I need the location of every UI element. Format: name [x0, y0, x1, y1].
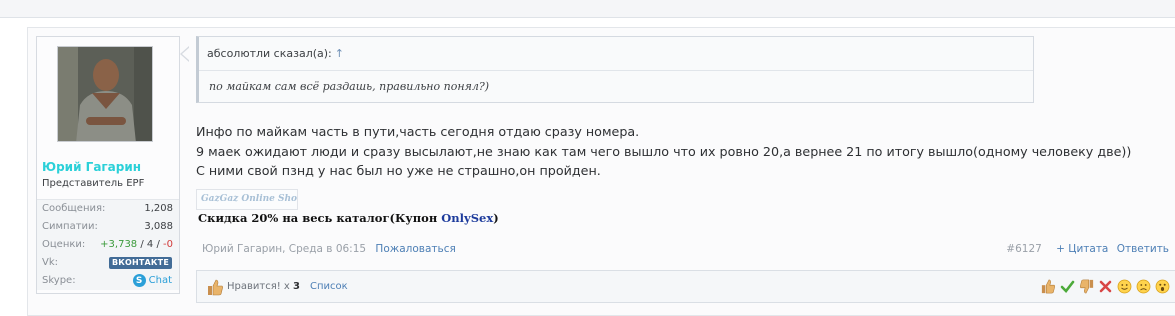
stat-label: Vk: [42, 257, 59, 268]
thumb-down-icon[interactable] [1078, 277, 1095, 296]
skype-label: Chat [148, 275, 172, 286]
message-line: 9 маек ожидают люди и сразу высылают,не … [196, 143, 1132, 159]
thumb-up-icon[interactable] [1040, 277, 1057, 296]
reply-button[interactable]: Ответить [1117, 243, 1169, 255]
quote-block: абсолютли сказал(а): ↑ по майкам сам всё … [196, 36, 1034, 103]
signature-promo: Скидка 20% на весь каталог(Купон [198, 211, 442, 225]
likes-bar: Нравится! x 3 Список [196, 270, 1175, 303]
stat-label: Skype: [42, 275, 76, 286]
cross-icon[interactable] [1097, 277, 1114, 296]
ratings-value: +3,738 / 4 / -0 [100, 239, 173, 250]
skype-link[interactable]: S Chat [132, 274, 172, 287]
message-line: Инфо по майкам часть в пути,часть сегодн… [196, 124, 640, 139]
quote-source-arrow-icon[interactable]: ↑ [335, 47, 344, 60]
message-pointer-inner [182, 47, 190, 61]
stat-label: Симпатии: [42, 221, 98, 232]
ratings-positive: +3,738 [100, 239, 138, 250]
quote-author: абсолютли сказал(а): [207, 47, 332, 60]
stat-messages: Сообщения: 1,208 [37, 200, 179, 218]
message-line: С ними свой пзнд у нас был но уже не стр… [196, 163, 601, 178]
signature-text: Скидка 20% на весь каталог(Купон OnlySex… [198, 211, 499, 225]
ratings-separator: / [137, 239, 147, 250]
report-link[interactable]: Пожаловаться [375, 243, 455, 255]
likes-count: 3 [293, 281, 300, 292]
avatar[interactable] [57, 46, 153, 142]
messages-count[interactable]: 1,208 [144, 203, 173, 214]
post-meta: Юрий Гагарин, Среда в 06:15 Пожаловаться [202, 243, 456, 255]
likes-list-link[interactable]: Список [310, 281, 348, 292]
page-gutter [0, 27, 26, 316]
stat-label: Оценки: [42, 239, 86, 250]
check-icon[interactable] [1059, 277, 1076, 296]
post-number[interactable]: #6127 [1006, 243, 1042, 255]
post-actions: #6127 + Цитата Ответить [1006, 243, 1169, 255]
coupon-code: OnlySex [441, 211, 494, 225]
stat-ratings: Оценки: +3,738 / 4 / -0 [37, 236, 179, 254]
stat-likes: Симпатии: 3,088 [37, 218, 179, 236]
quote-text: по майкам сам всё раздашь, правильно пон… [209, 80, 490, 93]
ratings-separator: / [153, 239, 164, 250]
smile-icon[interactable] [1116, 277, 1133, 296]
stat-label: Сообщения: [42, 203, 106, 214]
likes-summary: Нравится! x 3 Список [227, 281, 348, 292]
likes-label: Нравится! x [227, 281, 294, 292]
ratings-negative: -0 [163, 239, 173, 250]
user-stats: Сообщения: 1,208 Симпатии: 3,088 Оценки:… [37, 199, 179, 290]
vk-badge[interactable]: ВКОНТАКТЕ [108, 257, 172, 269]
signature-close: ) [493, 211, 499, 225]
quote-button[interactable]: + Цитата [1056, 243, 1108, 255]
post-author-date[interactable]: Юрий Гагарин, Среда в 06:15 [202, 243, 366, 255]
stat-vk: Vk: ВКОНТАКТЕ [37, 254, 179, 272]
quote-attribution: абсолютли сказал(а): ↑ [207, 47, 344, 60]
likes-count: 3,088 [144, 221, 173, 232]
thumb-up-icon [208, 279, 223, 296]
signature-banner[interactable]: GazGaz Online Shop [196, 189, 298, 210]
post-separator [0, 0, 1175, 18]
username[interactable]: Юрий Гагарин [42, 160, 141, 174]
stat-skype: Skype: S Chat [37, 272, 179, 290]
wow-icon[interactable] [1154, 277, 1171, 296]
skype-icon: S [132, 274, 146, 287]
reaction-buttons [1040, 277, 1171, 296]
user-title: Представитель EPF [42, 178, 145, 189]
sad-icon[interactable] [1135, 277, 1152, 296]
quote-divider [199, 70, 1033, 71]
message-body: Инфо по майкам часть в пути,часть сегодн… [196, 122, 1171, 181]
